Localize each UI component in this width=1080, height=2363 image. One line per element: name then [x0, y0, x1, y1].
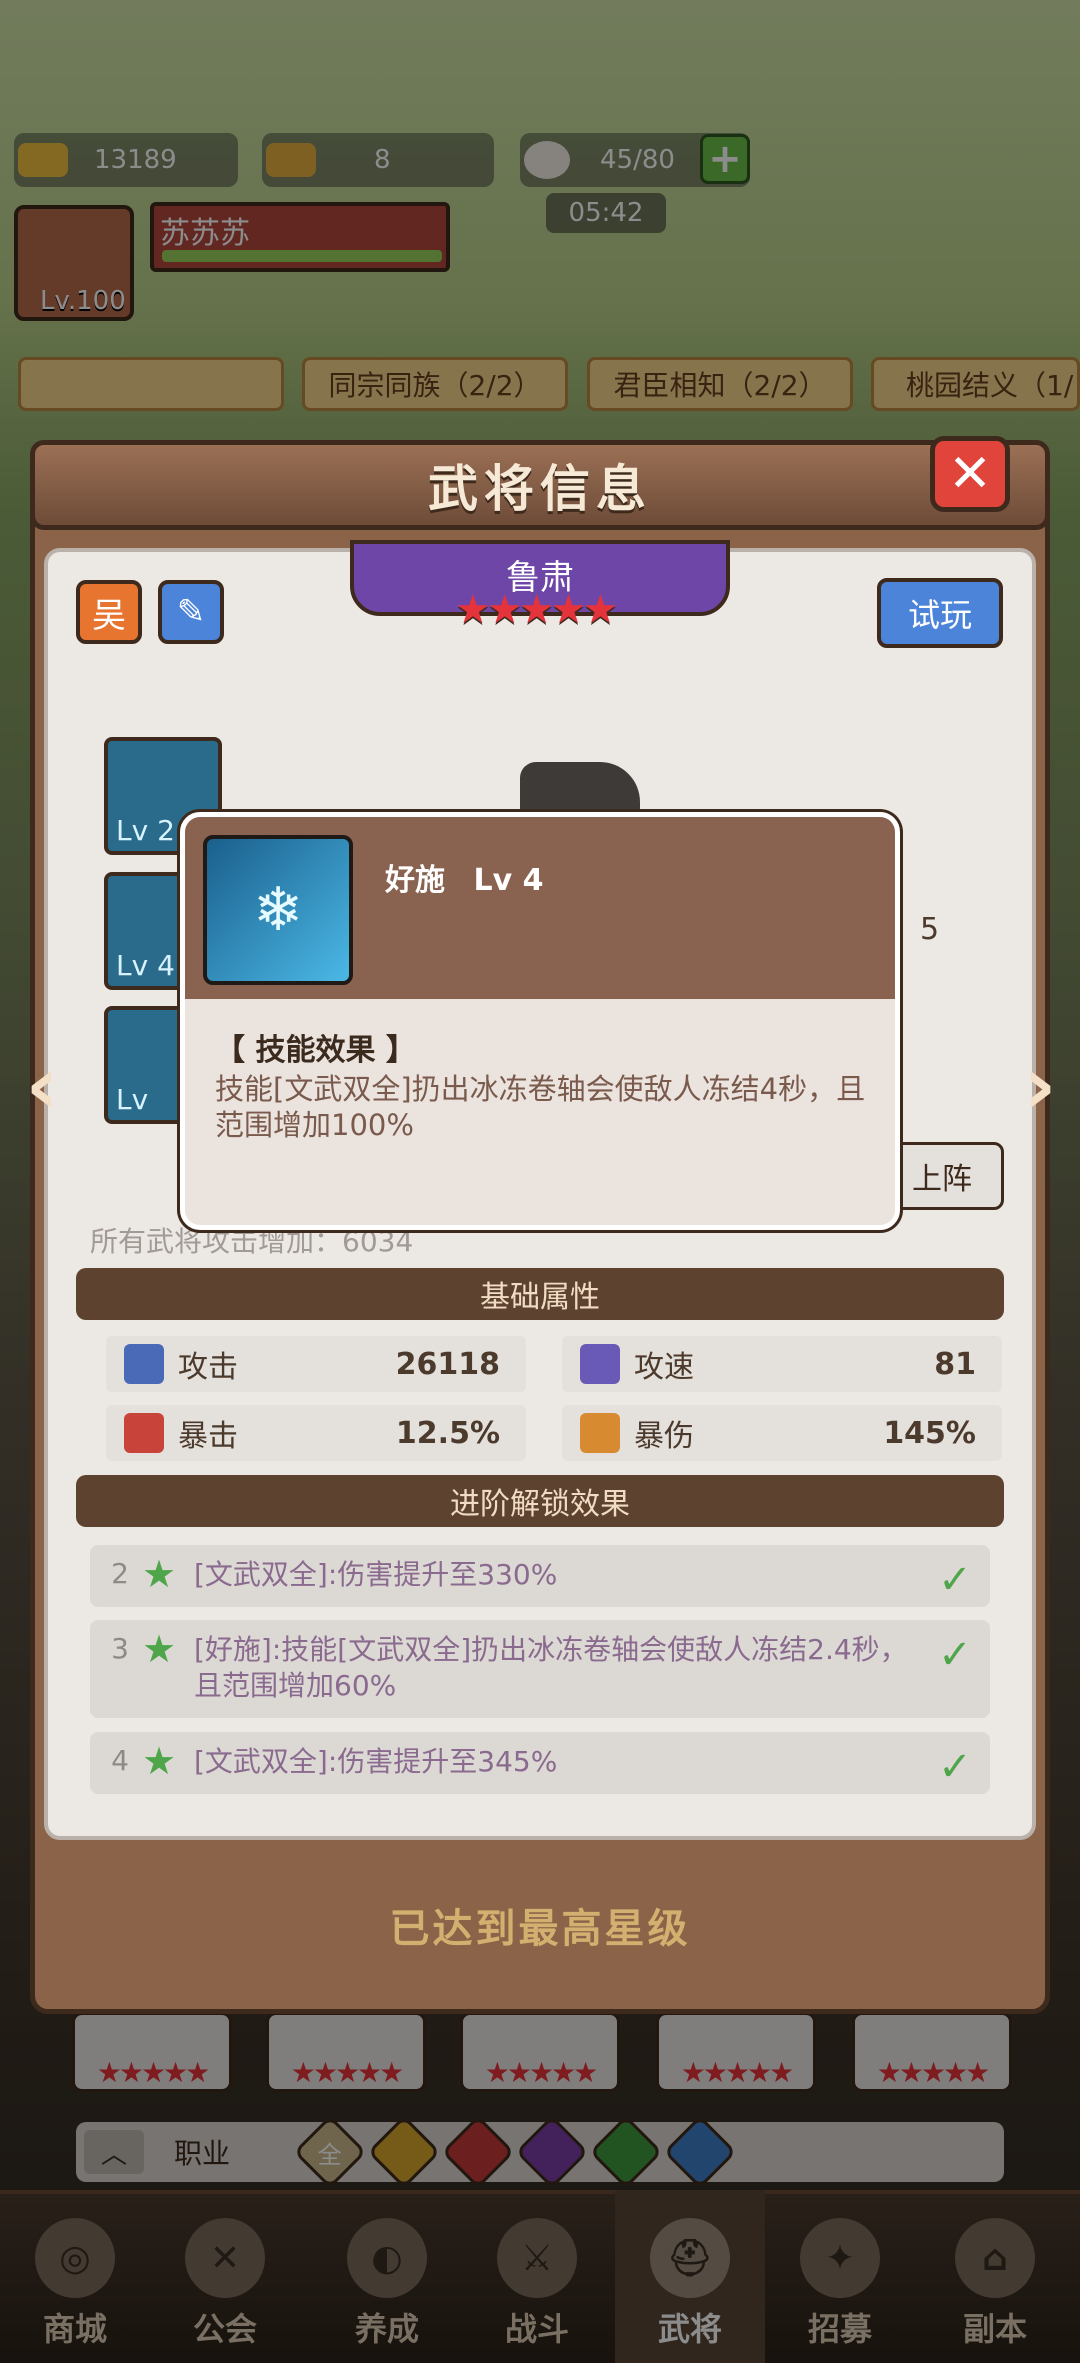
- unlock-star-count: 4: [111, 1744, 129, 1777]
- stat-crit-damage: 暴伤 145%: [562, 1405, 1002, 1461]
- stat-attack-speed: 攻速 81: [562, 1336, 1002, 1392]
- skill-effect-text: 技能[文武双全]扔出冰冻卷轴会使敌人冻结4秒，且范围增加100%: [215, 1072, 866, 1142]
- next-hero-arrow[interactable]: ›: [1010, 1025, 1070, 1145]
- stat-value: 145%: [883, 1415, 976, 1451]
- star-icon: ★: [142, 1627, 177, 1671]
- skill-level: Lv 4: [473, 863, 544, 898]
- try-button[interactable]: 试玩: [877, 578, 1003, 648]
- wing-icon: [580, 1344, 620, 1384]
- skill-tooltip-title: 好施 Lv 4: [385, 855, 543, 899]
- faction-icon: 吴: [76, 580, 142, 644]
- star-icon: ★: [142, 1552, 177, 1596]
- skill-tooltip: ❄ 好施 Lv 4 【 技能效果 】 技能[文武双全]扔出冰冻卷轴会使敌人冻结4…: [180, 812, 900, 1230]
- advance-header: 进阶解锁效果: [76, 1475, 1004, 1527]
- stat-crit: 暴击 12.5%: [106, 1405, 526, 1461]
- stat-attack: 攻击 26118: [106, 1336, 526, 1392]
- unlock-star-count: 3: [111, 1632, 129, 1665]
- check-icon: ✓: [938, 1744, 972, 1790]
- dialog-title: 武将信息: [30, 440, 1050, 530]
- skill-name: 好施: [385, 863, 445, 898]
- stat-label: 攻击: [178, 1350, 238, 1385]
- max-star-label: 已达到最高星级: [389, 1906, 691, 1952]
- scroll-icon: ❄: [203, 835, 353, 985]
- unlock-row: 2 ★ [文武双全]:伤害提升至330% ✓: [90, 1545, 990, 1607]
- sword-icon: [124, 1344, 164, 1384]
- unlock-text: [文武双全]:伤害提升至345%: [194, 1745, 558, 1778]
- close-button[interactable]: ✕: [930, 436, 1010, 512]
- check-icon: ✓: [938, 1557, 972, 1603]
- crit-icon: [124, 1413, 164, 1453]
- stat-value: 12.5%: [395, 1415, 500, 1451]
- skill-effect-heading: 【 技能效果 】: [215, 1033, 416, 1068]
- class-icon: ✎: [158, 580, 224, 644]
- prev-hero-arrow[interactable]: ‹: [12, 1025, 72, 1145]
- stat-label: 暴伤: [634, 1419, 694, 1454]
- side-level: 5: [920, 912, 940, 947]
- base-attr-header: 基础属性: [76, 1268, 1004, 1320]
- star-icon: ★: [142, 1739, 177, 1783]
- crit-damage-icon: [580, 1413, 620, 1453]
- stat-value: 26118: [395, 1346, 500, 1382]
- hero-stars: ★★★★★: [455, 587, 618, 633]
- check-icon: ✓: [938, 1632, 972, 1678]
- stat-label: 攻速: [634, 1350, 694, 1385]
- unlock-text: [文武双全]:伤害提升至330%: [194, 1558, 558, 1591]
- stat-label: 暴击: [178, 1419, 238, 1454]
- unlock-row: 4 ★ [文武双全]:伤害提升至345% ✓: [90, 1732, 990, 1794]
- unlock-text: [好施]:技能[文武双全]扔出冰冻卷轴会使敌人冻结2.4秒，且范围增加60%: [194, 1633, 908, 1702]
- unlock-star-count: 2: [111, 1557, 129, 1590]
- stat-value: 81: [934, 1346, 976, 1382]
- unlock-row: 3 ★ [好施]:技能[文武双全]扔出冰冻卷轴会使敌人冻结2.4秒，且范围增加6…: [90, 1620, 990, 1718]
